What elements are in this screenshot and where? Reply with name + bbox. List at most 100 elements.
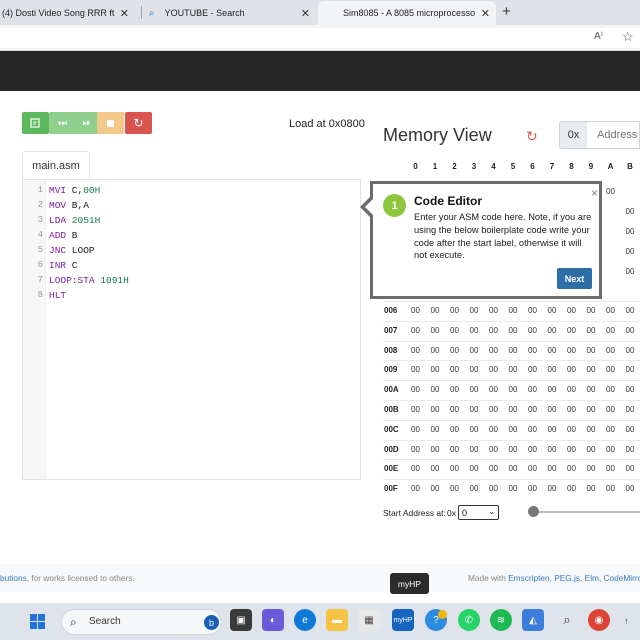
memory-cell[interactable]: 00 bbox=[406, 405, 425, 414]
memory-cell[interactable]: 00 bbox=[601, 187, 620, 196]
taskbar-search-box[interactable]: ⌕ Search b bbox=[61, 609, 222, 635]
memory-cell[interactable]: 00 bbox=[406, 385, 425, 394]
chrome-icon[interactable]: ◉ bbox=[588, 609, 610, 631]
memory-cell[interactable]: 00 bbox=[465, 405, 484, 414]
memory-cell[interactable]: 00 bbox=[582, 385, 601, 394]
task-view-icon[interactable]: ▣ bbox=[230, 609, 252, 631]
memory-cell[interactable]: 00 bbox=[465, 346, 484, 355]
memory-cell[interactable]: 00 bbox=[582, 464, 601, 473]
step-button[interactable]: ⏯ bbox=[73, 112, 100, 134]
start-address-select[interactable]: 0 ⌄ bbox=[458, 505, 499, 520]
memory-cell[interactable]: 00 bbox=[504, 405, 523, 414]
footer-link-contributions[interactable]: butions bbox=[0, 573, 27, 583]
read-aloud-icon[interactable]: A⁾ bbox=[594, 31, 603, 42]
memory-cell[interactable]: 00 bbox=[621, 247, 640, 256]
memory-cell[interactable]: 00 bbox=[562, 445, 581, 454]
reset-button[interactable]: ↻ bbox=[125, 112, 152, 134]
memory-cell[interactable]: 00 bbox=[543, 484, 562, 493]
browser-tab-youtube[interactable]: ⌕ YOUTUBE - Search ✕ bbox=[143, 1, 316, 25]
memory-cell[interactable]: 00 bbox=[601, 405, 620, 414]
memory-cell[interactable]: 00 bbox=[543, 464, 562, 473]
memory-cell[interactable]: 00 bbox=[601, 306, 620, 315]
memory-cell[interactable]: 00 bbox=[621, 464, 640, 473]
memory-cell[interactable]: 00 bbox=[484, 326, 503, 335]
memory-cell[interactable]: 00 bbox=[426, 306, 445, 315]
memory-cell[interactable]: 00 bbox=[523, 484, 542, 493]
memory-cell[interactable]: 00 bbox=[562, 484, 581, 493]
memory-cell[interactable]: 00 bbox=[621, 346, 640, 355]
memory-cell[interactable]: 00 bbox=[465, 445, 484, 454]
memory-cell[interactable]: 00 bbox=[582, 326, 601, 335]
memory-cell[interactable]: 00 bbox=[465, 326, 484, 335]
memory-cell[interactable]: 00 bbox=[426, 326, 445, 335]
memory-cell[interactable]: 00 bbox=[484, 484, 503, 493]
favorite-star-icon[interactable]: ☆ bbox=[622, 29, 634, 45]
editor-tab-main-asm[interactable]: main.asm bbox=[22, 151, 90, 180]
memory-cell[interactable]: 00 bbox=[484, 445, 503, 454]
teams-chat-icon[interactable]: ◐ bbox=[262, 609, 284, 631]
windows-start-icon[interactable] bbox=[30, 614, 46, 630]
memory-cell[interactable]: 00 bbox=[543, 445, 562, 454]
memory-cell[interactable]: 00 bbox=[484, 306, 503, 315]
memory-cell[interactable]: 00 bbox=[406, 365, 425, 374]
edge-browser-icon[interactable]: e bbox=[294, 609, 316, 631]
memory-cell[interactable]: 00 bbox=[543, 346, 562, 355]
memory-cell[interactable]: 00 bbox=[426, 346, 445, 355]
memory-cell[interactable]: 00 bbox=[484, 425, 503, 434]
memory-cell[interactable]: 00 bbox=[543, 326, 562, 335]
memory-cell[interactable]: 00 bbox=[562, 385, 581, 394]
memory-cell[interactable]: 00 bbox=[601, 346, 620, 355]
assemble-button[interactable] bbox=[22, 112, 49, 134]
memory-cell[interactable]: 00 bbox=[484, 346, 503, 355]
memory-cell[interactable]: 00 bbox=[543, 365, 562, 374]
footer-tech-links[interactable]: Emscripten, PEG.js, Elm, CodeMirro bbox=[508, 573, 640, 583]
memory-cell[interactable]: 00 bbox=[582, 306, 601, 315]
memory-cell[interactable]: 00 bbox=[406, 346, 425, 355]
memory-cell[interactable]: 00 bbox=[426, 405, 445, 414]
browser-tab-sim8085[interactable]: Sim8085 - A 8085 microprocesso ✕ bbox=[318, 1, 496, 25]
photos-icon[interactable]: ◭ bbox=[522, 609, 544, 631]
stop-button[interactable] bbox=[97, 112, 124, 134]
overflow-icon[interactable]: ↑ bbox=[624, 616, 636, 626]
myhp-icon[interactable]: myHP bbox=[392, 609, 414, 631]
memory-cell[interactable]: 00 bbox=[543, 405, 562, 414]
microsoft-store-icon[interactable]: ▦ bbox=[358, 609, 380, 631]
memory-cell[interactable]: 00 bbox=[523, 326, 542, 335]
run-button[interactable]: ⏭ bbox=[49, 112, 76, 134]
memory-cell[interactable]: 00 bbox=[601, 365, 620, 374]
memory-cell[interactable]: 00 bbox=[601, 445, 620, 454]
memory-cell[interactable]: 00 bbox=[504, 464, 523, 473]
memory-cell[interactable]: 00 bbox=[582, 365, 601, 374]
memory-cell[interactable]: 00 bbox=[504, 365, 523, 374]
memory-cell[interactable]: 00 bbox=[465, 306, 484, 315]
memory-cell[interactable]: 00 bbox=[582, 425, 601, 434]
memory-cell[interactable]: 00 bbox=[523, 346, 542, 355]
memory-cell[interactable]: 00 bbox=[426, 445, 445, 454]
memory-cell[interactable]: 00 bbox=[445, 365, 464, 374]
memory-cell[interactable]: 00 bbox=[465, 425, 484, 434]
memory-cell[interactable]: 00 bbox=[621, 445, 640, 454]
memory-cell[interactable]: 00 bbox=[562, 425, 581, 434]
memory-cell[interactable]: 00 bbox=[562, 405, 581, 414]
memory-cell[interactable]: 00 bbox=[601, 484, 620, 493]
memory-cell[interactable]: 00 bbox=[582, 445, 601, 454]
memory-cell[interactable]: 00 bbox=[504, 484, 523, 493]
close-icon[interactable]: × bbox=[591, 186, 598, 200]
memory-cell[interactable]: 00 bbox=[426, 425, 445, 434]
memory-cell[interactable]: 00 bbox=[406, 464, 425, 473]
memory-cell[interactable]: 00 bbox=[406, 306, 425, 315]
new-tab-button[interactable]: + bbox=[502, 3, 511, 20]
memory-cell[interactable]: 00 bbox=[601, 425, 620, 434]
memory-cell[interactable]: 00 bbox=[562, 365, 581, 374]
code-editor[interactable]: 1 MVI C,00H 2 MOV B,A 3 LDA 2051H 4 ADD B 5 JNC L… bbox=[22, 179, 361, 480]
memory-cell[interactable]: 00 bbox=[621, 425, 640, 434]
memory-cell[interactable]: 00 bbox=[621, 484, 640, 493]
memory-cell[interactable]: 00 bbox=[445, 385, 464, 394]
memory-cell[interactable]: 00 bbox=[406, 445, 425, 454]
memory-cell[interactable]: 00 bbox=[601, 385, 620, 394]
memory-cell[interactable]: 00 bbox=[465, 484, 484, 493]
memory-cell[interactable]: 00 bbox=[523, 306, 542, 315]
memory-cell[interactable]: 00 bbox=[426, 464, 445, 473]
memory-cell[interactable]: 00 bbox=[504, 425, 523, 434]
memory-cell[interactable]: 00 bbox=[543, 306, 562, 315]
